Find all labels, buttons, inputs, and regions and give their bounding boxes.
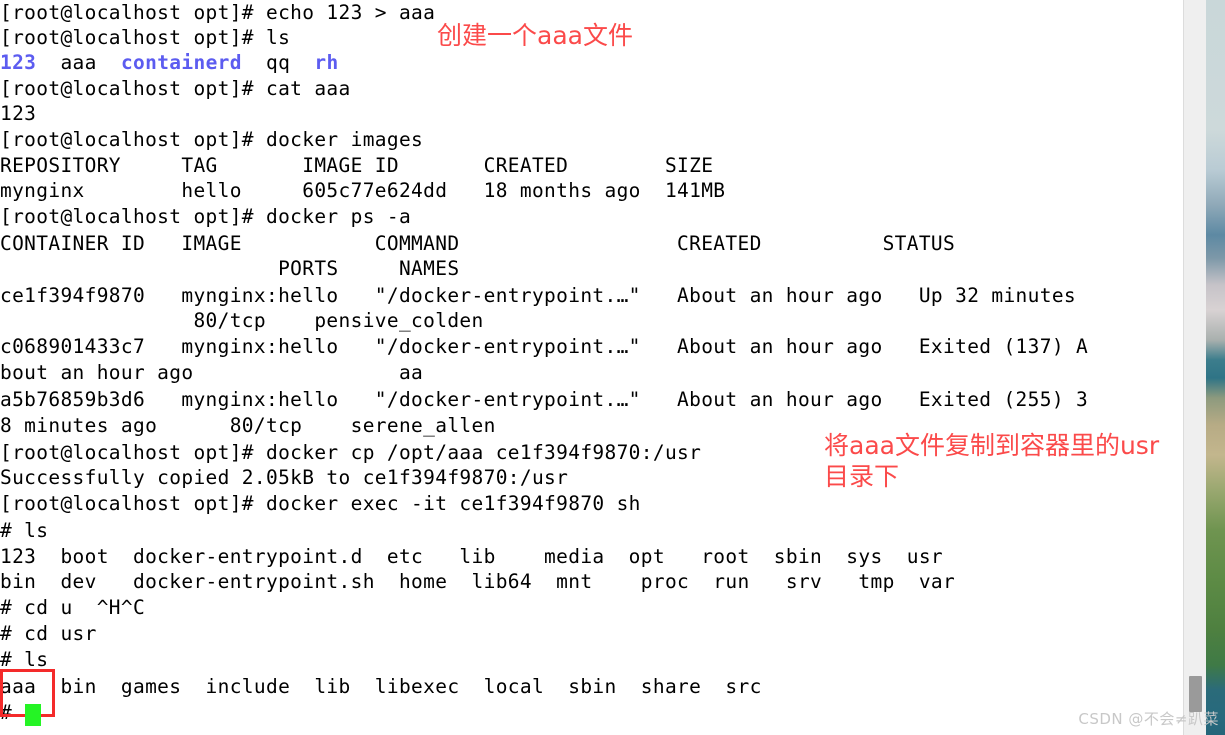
terminal-line: c068901433c7 mynginx:hello "/docker-entr… bbox=[0, 335, 1089, 358]
terminal-line: # ls bbox=[0, 519, 49, 542]
terminal-line: [root@localhost opt]# cat aaa bbox=[0, 77, 351, 100]
terminal-line: [root@localhost opt]# docker cp /opt/aaa… bbox=[0, 441, 702, 464]
file-name bbox=[36, 51, 60, 74]
desktop-wallpaper-strip bbox=[1206, 0, 1225, 735]
terminal-line: [root@localhost opt]# docker images bbox=[0, 128, 424, 151]
terminal-line: PORTS NAMES bbox=[0, 257, 460, 280]
terminal-line: 123 boot docker-entrypoint.d etc lib med… bbox=[0, 545, 944, 568]
terminal-line: 80/tcp pensive_colden bbox=[0, 309, 484, 332]
terminal-line: 123 aaa containerd qq rh bbox=[0, 50, 339, 75]
terminal-line: # cd usr bbox=[0, 622, 97, 645]
directory-name: containerd bbox=[120, 51, 242, 74]
file-name bbox=[97, 51, 121, 74]
csdn-watermark: CSDN @不会≠趴菜 bbox=[1078, 710, 1219, 728]
directory-name: 123 bbox=[0, 51, 37, 74]
screenshot-root: [root@localhost opt]# echo 123 > aaa [roo… bbox=[0, 0, 1225, 735]
terminal-line: [root@localhost opt]# docker ps -a bbox=[0, 205, 412, 228]
scrollbar-thumb[interactable] bbox=[1189, 676, 1202, 712]
terminal-line: REPOSITORY TAG IMAGE ID CREATED SIZE bbox=[0, 154, 714, 177]
terminal-output-area[interactable]: [root@localhost opt]# echo 123 > aaa [roo… bbox=[0, 0, 1183, 735]
terminal-line: [root@localhost opt]# ls bbox=[0, 26, 291, 49]
terminal-cursor-block bbox=[25, 704, 41, 726]
terminal-line: # cd u ^H^C bbox=[0, 596, 146, 619]
note-create-file: 创建一个aaa文件 bbox=[437, 21, 633, 50]
file-name bbox=[290, 51, 314, 74]
terminal-line: CONTAINER ID IMAGE COMMAND CREATED STATU… bbox=[0, 232, 956, 255]
terminal-line: bout an hour ago aa bbox=[0, 361, 424, 384]
file-name: aaa bbox=[60, 51, 97, 74]
terminal-line: ce1f394f9870 mynginx:hello "/docker-entr… bbox=[0, 284, 1077, 307]
terminal-line: a5b76859b3d6 mynginx:hello "/docker-entr… bbox=[0, 388, 1089, 411]
terminal-line: Successfully copied 2.05kB to ce1f394f98… bbox=[0, 466, 569, 489]
file-name: qq bbox=[266, 51, 291, 74]
note-copy-to-usr: 将aaa文件复制到容器里的usr 目录下 bbox=[824, 431, 1160, 491]
terminal-line: mynginx hello 605c77e624dd 18 months ago… bbox=[0, 179, 726, 202]
terminal-line: [root@localhost opt]# echo 123 > aaa bbox=[0, 1, 436, 24]
terminal-scrollbar[interactable] bbox=[1183, 0, 1206, 735]
directory-name: rh bbox=[314, 51, 339, 74]
terminal-line: bin dev docker-entrypoint.sh home lib64 … bbox=[0, 570, 956, 593]
terminal-line: 8 minutes ago 80/tcp serene_allen bbox=[0, 414, 496, 437]
file-name bbox=[242, 51, 266, 74]
terminal-line: [root@localhost opt]# docker exec -it ce… bbox=[0, 492, 641, 515]
terminal-line: aaa bin games include lib libexec local … bbox=[0, 675, 762, 698]
terminal-line: 123 bbox=[0, 102, 37, 125]
